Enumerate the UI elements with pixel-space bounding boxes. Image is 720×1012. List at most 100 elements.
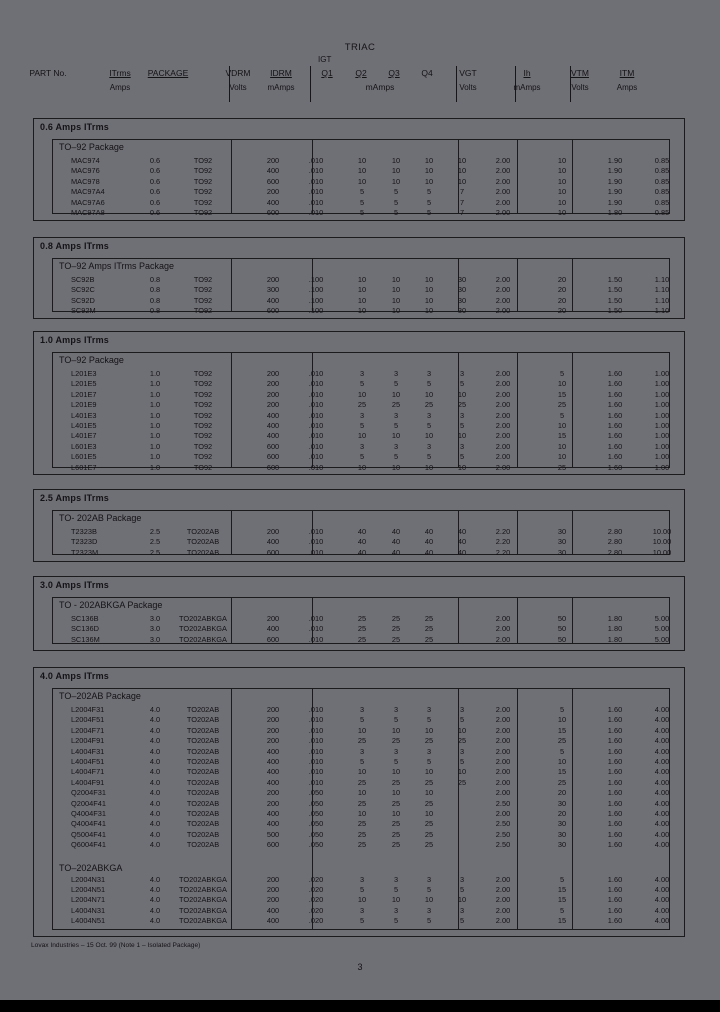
table-row[interactable]: SC136M 3.0 TO202ABKGA 600.010 25 25 25 2.00 50 1.… [53,635,669,645]
table-row[interactable]: Q2004F31 4.0 TO202AB 200.050 10 10 10 2.00 20 1.6… [53,788,669,798]
table-row[interactable]: L2004N31 4.0 TO202ABKGA 200.020 3 3 3 3 2.00 5 1.6… [53,875,669,885]
table-row[interactable]: MAC976 0.6 TO92 400.010 10 10 10 10 2.00 10 1.90 0.… [53,166,669,176]
table-row[interactable]: L4004F31 4.0 TO202AB 400.010 3 3 3 3 2.00 5 1.60 4.… [53,747,669,757]
table-row[interactable]: MAC974 0.6 TO92 200.010 10 10 10 10 2.00 10 1.90 0.… [53,156,669,166]
table-row[interactable]: L201E3 1.0 TO92 200.010 3 3 3 3 2.00 5 1.60 1.00 [53,369,669,379]
table-row[interactable]: L2004N51 4.0 TO202ABKGA 200.020 5 5 5 5 2.00 15 1.… [53,885,669,895]
cell-vgt: 2.00 [495,410,511,420]
table-row[interactable]: T2323B 2.5 TO202AB 200.010 40 40 40 40 2.20 30 2.8… [53,527,671,537]
table-row[interactable]: MAC97A4 0.6 TO92 200.010 5 5 5 7 2.00 10 1.90 0.85 [53,187,669,197]
cell-q1: 40 [357,537,367,547]
table-row[interactable]: SC92B 0.8 TO92 200.100 10 10 10 30 2.00 20 1.50 1.1… [53,275,669,285]
cell-q3: 10 [424,431,434,441]
table-row[interactable]: L2004F71 4.0 TO202AB 200.010 10 10 10 10 2.00 15 1… [53,726,669,736]
table-row[interactable]: L201E5 1.0 TO92 200.010 5 5 5 5 2.00 10 1.60 1.00 [53,379,669,389]
cell-ih: 10 [557,187,567,197]
cell-vgt: 2.00 [495,705,511,714]
cell-vdrm: 200 [266,874,280,884]
column-header-label-q1: Q1 [321,68,333,78]
cell-q1: 3 [359,410,365,420]
cell-vtm: 1.80 [607,614,623,623]
table-row[interactable]: L201E9 1.0 TO92 200.010 25 25 25 25 2.00 25 1.60 1.… [53,400,669,410]
cell-vdrm: 400 [266,808,280,818]
cell-itrms: 0.6 [149,166,161,176]
table-row[interactable]: T2323D 2.5 TO202AB 400.010 40 40 40 40 2.20 30 2.8… [53,537,671,547]
cell-pkg: TO202AB [186,547,220,557]
table-row[interactable]: L2004F91 4.0 TO202AB 200.010 25 25 25 25 2.00 25 1… [53,736,669,746]
cell-itm: 4.00 [654,715,670,725]
column-header-label-vgt: VGT [459,68,477,78]
table-row[interactable]: T2323M 2.5 TO202AB 600.010 40 40 40 40 2.20 30 2.8… [53,547,671,558]
table-row[interactable]: L401E5 1.0 TO92 400.010 5 5 5 5 2.00 10 1.60 1.00 [53,421,669,431]
cell-q3: 10 [424,176,434,186]
table-row[interactable]: L2004F31 4.0 TO202AB 200.010 3 3 3 3 2.00 5 1.60 4.… [53,705,669,715]
cell-itrms: 1.0 [149,400,161,410]
cell-q2: 10 [391,295,401,305]
table-row[interactable]: MAC97A8 0.6 TO92 600.010 5 5 5 7 2.00 10 1.80 0.85 [53,208,669,218]
table-row[interactable]: SC136B 3.0 TO202ABKGA 200.010 25 25 25 2.00 50 1.… [53,614,669,624]
table-row[interactable]: SC136D 3.0 TO202ABKGA 400.010 25 25 25 2.00 50 1.… [53,624,669,634]
cell-vdrm: 200 [266,788,280,798]
table-row[interactable]: L401E7 1.0 TO92 400.010 10 10 10 10 2.00 15 1.60 1.… [53,431,669,441]
cell-itm: 4.00 [654,895,670,905]
table-row[interactable]: L201E7 1.0 TO92 200.010 10 10 10 10 2.00 15 1.60 1.… [53,390,669,400]
cell-itrms: 2.5 [149,537,161,547]
table-row[interactable]: L601E3 1.0 TO92 600.010 3 3 3 3 2.00 10 1.60 1.00 [53,442,669,452]
cell-idrm: .010 [308,441,324,451]
cell-vdrm: 200 [266,400,280,410]
table-row[interactable]: Q2004F41 4.0 TO202AB 200.050 25 25 25 2.50 30 1.6… [53,799,669,809]
cell-itm: 5.00 [654,634,670,644]
cell-q1: 3 [359,441,365,451]
cell-ih: 15 [557,884,567,894]
table-row[interactable]: Q6004F41 4.0 TO202AB 600.050 25 25 25 2.50 30 1.6… [53,840,669,850]
table-row[interactable]: Q4004F41 4.0 TO202AB 400.050 25 25 25 2.50 30 1.6… [53,819,669,829]
table-row[interactable]: L601E7 1.0 TO92 600.010 10 10 10 10 2.00 25 1.60 1.… [53,463,669,473]
cell-vtm: 1.60 [607,431,623,441]
group-title: 3.0 Amps ITrms [40,580,109,590]
table-row[interactable]: SC92M 0.8 TO92 600.100 10 10 10 30 2.00 20 1.50 1.1… [53,306,669,316]
cell-itrms: 4.0 [149,819,161,829]
cell-q2: 3 [393,369,399,378]
cell-q4: 40 [457,547,467,557]
cell-pkg: TO92 [193,420,213,430]
cell-idrm: .010 [308,634,324,644]
cell-vtm: 1.60 [607,420,623,430]
cell-itrms: 4.0 [149,808,161,818]
table-row[interactable]: SC92D 0.8 TO92 400.100 10 10 10 30 2.00 20 1.50 1.1… [53,296,669,306]
table-row[interactable]: SC92C 0.8 TO92 300.100 10 10 10 30 2.00 20 1.50 1.1… [53,285,669,295]
column-header-q2: Q2 [348,68,374,79]
cell-itrms: 0.8 [149,285,161,295]
cell-vgt: 2.00 [495,389,511,399]
cell-vtm: 1.80 [607,207,623,217]
package-title: TO- 202AB Package [59,513,142,523]
table-row[interactable]: L4004F51 4.0 TO202AB 400.010 5 5 5 5 2.00 10 1.60 4… [53,757,669,767]
rows-container: MAC974 0.6 TO92 200.010 10 10 10 10 2.00 10 1.90 0.… [53,156,669,218]
table-row[interactable]: MAC978 0.6 TO92 600.010 10 10 10 10 2.00 10 1.90 0.… [53,177,669,187]
table-row[interactable]: L4004N31 4.0 TO202ABKGA 400.020 3 3 3 3 2.00 5 1.6… [53,906,669,916]
table-row[interactable]: Q4004F31 4.0 TO202AB 400.050 10 10 10 2.00 20 1.6… [53,809,669,819]
table-row[interactable]: MAC97A6 0.6 TO92 400.010 5 5 5 7 2.00 10 1.90 0.85 [53,198,669,208]
table-row[interactable]: L4004N51 4.0 TO202ABKGA 400.020 5 5 5 5 2.00 15 1.… [53,916,669,926]
cell-vdrm: 400 [266,410,280,420]
cell-pkg: TO92 [193,187,213,197]
table-row[interactable]: Q5004F41 4.0 TO202AB 500.050 25 25 25 2.50 30 1.6… [53,830,669,840]
table-row[interactable]: L401E3 1.0 TO92 400.010 3 3 3 3 2.00 5 1.60 1.00 [53,411,669,421]
table-row[interactable]: L4004F91 4.0 TO202AB 400.010 25 25 25 25 2.00 25 1… [53,778,669,788]
cell-pkg: TO202AB [186,746,220,756]
cell-q3: 5 [426,207,432,217]
cell-q4: 30 [457,306,467,316]
cell-vgt: 2.00 [495,715,511,725]
cell-pkg: TO202AB [186,788,220,798]
column-header-itm: ITM Amps [607,68,647,93]
table-row[interactable]: L2004N71 4.0 TO202ABKGA 200.020 10 10 10 10 2.00… [53,895,669,905]
table-row[interactable]: L2004F51 4.0 TO202AB 200.010 5 5 5 5 2.00 10 1.60 4… [53,715,669,725]
group-table: TO- 202AB Package T2323B 2.5 TO202AB 200.010… [52,510,671,558]
column-header-label-ih: Ih [523,68,531,78]
table-row[interactable]: L4004F71 4.0 TO202AB 400.010 10 10 10 10 2.00 15 1… [53,767,669,777]
cell-q3: 25 [424,829,434,839]
cell-pkg: TO92 [193,379,213,389]
cell-itrms: 1.0 [149,431,161,441]
cell-idrm: .010 [308,527,324,536]
column-header-label-q2: Q2 [355,68,367,78]
table-row[interactable]: L601E5 1.0 TO92 600.010 5 5 5 5 2.00 10 1.60 1.00 [53,452,669,462]
